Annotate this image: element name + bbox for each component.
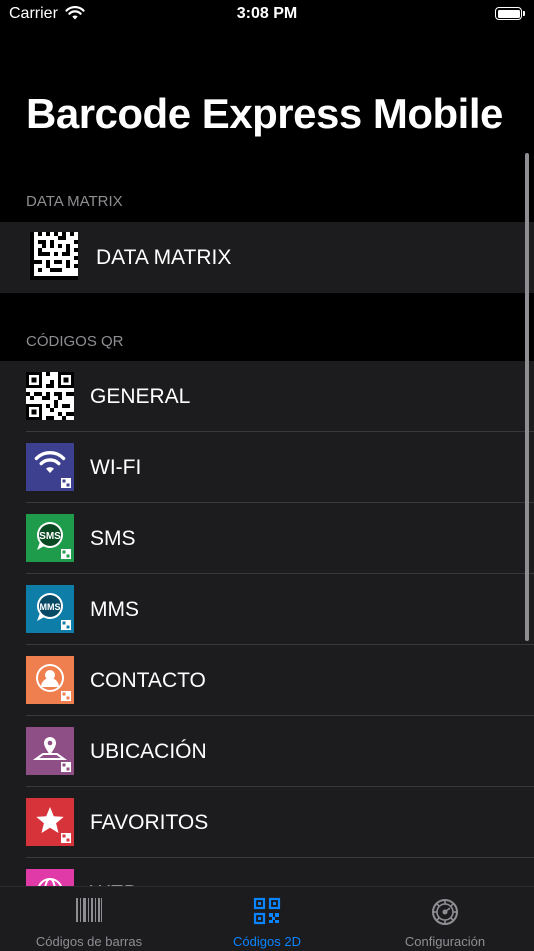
sms-qr-icon: SMS [26, 514, 74, 562]
svg-text:MMS: MMS [40, 602, 61, 612]
svg-text:SMS: SMS [39, 531, 61, 542]
gear-icon [356, 897, 534, 927]
wifi-qr-icon [26, 443, 74, 491]
section-header-data-matrix: DATA MATRIX [26, 193, 123, 210]
battery-icon [495, 7, 525, 20]
list-item-label: GENERAL [90, 385, 191, 408]
tab-bar: Códigos de barras Códigos 2D Configuraci… [0, 886, 534, 951]
list-item-mms[interactable]: MMS MMS [0, 574, 534, 645]
list-item-data-matrix[interactable]: DATA MATRIX [0, 222, 534, 293]
tab-label: Códigos de barras [35, 934, 143, 949]
list-item-label: FAVORITOS [90, 811, 209, 834]
scroll-indicator[interactable] [525, 153, 529, 641]
section-header-qr: CÓDIGOS QR [26, 333, 124, 350]
qr-list: GENERAL WI-FI SMS SMS MMS MMS CONTACTO U… [0, 361, 534, 886]
qr-code-icon [26, 372, 74, 420]
list-item-label: SMS [90, 527, 136, 550]
favorites-qr-icon [26, 798, 74, 846]
mms-qr-icon: MMS [26, 585, 74, 633]
barcode-icon [0, 897, 178, 923]
list-item-contacto[interactable]: CONTACTO [0, 645, 534, 716]
list-item-label: MMS [90, 598, 139, 621]
list-item-wifi[interactable]: WI-FI [0, 432, 534, 503]
web-qr-icon [26, 869, 74, 886]
list-item-general[interactable]: GENERAL [0, 361, 534, 432]
list-item-ubicacion[interactable]: UBICACIÓN [0, 716, 534, 787]
list-item-label: CONTACTO [90, 669, 206, 692]
list-item-label: UBICACIÓN [90, 740, 207, 763]
list-item-label: WEB [90, 858, 138, 886]
list-item-web[interactable]: WEB [0, 858, 534, 886]
list-item-sms[interactable]: SMS SMS [0, 503, 534, 574]
qr-code-icon [178, 897, 356, 925]
tab-label: Configuración [404, 934, 486, 949]
page-title: Barcode Express Mobile [26, 90, 503, 137]
contact-qr-icon [26, 656, 74, 704]
tab-label: Códigos 2D [233, 934, 301, 949]
location-qr-icon [26, 727, 74, 775]
tab-2d-codes[interactable]: Códigos 2D [178, 887, 356, 951]
tab-settings[interactable]: Configuración [356, 887, 534, 951]
tab-barcodes[interactable]: Códigos de barras [0, 887, 178, 951]
list-item-favoritos[interactable]: FAVORITOS [0, 787, 534, 858]
list-item-label: WI-FI [90, 456, 142, 479]
status-bar: Carrier 3:08 PM [0, 0, 534, 30]
status-time: 3:08 PM [236, 5, 298, 22]
list-item-label: DATA MATRIX [96, 246, 232, 269]
data-matrix-list: DATA MATRIX [0, 222, 534, 293]
data-matrix-icon [30, 232, 78, 280]
